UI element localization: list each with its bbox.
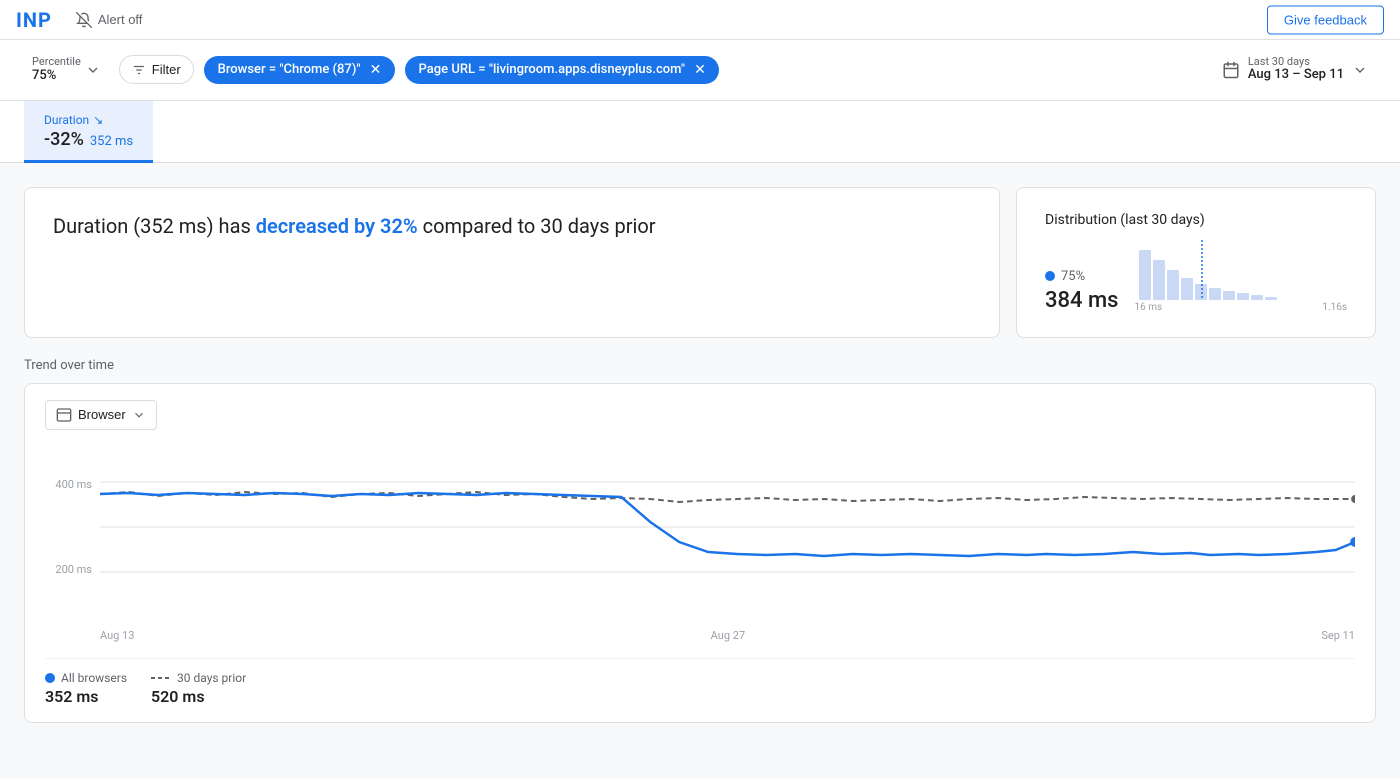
trend-section: Trend over time Browser 400 ms 200 ms [24, 358, 1376, 723]
give-feedback-button[interactable]: Give feedback [1267, 5, 1384, 34]
browser-filter-chip[interactable]: Browser = "Chrome (87)" ✕ [204, 56, 395, 84]
browser-chip-label: Browser = "Chrome (87)" [218, 62, 361, 77]
distribution-title: Distribution (last 30 days) [1045, 212, 1347, 228]
trend-title: Trend over time [24, 358, 1376, 373]
top-bar: INP Alert off Give feedback [0, 0, 1400, 40]
alert-off-button[interactable]: Alert off [68, 8, 151, 32]
x-label-aug27: Aug 27 [711, 629, 745, 642]
chart-legend: All browsers 352 ms 30 days prior 520 ms [45, 658, 1355, 706]
legend-prior-30: 30 days prior 520 ms [151, 671, 246, 706]
percentile-value: 75% [32, 68, 56, 83]
chart-area: 400 ms 200 ms [45, 442, 1355, 642]
browser-dropdown[interactable]: Browser [45, 400, 157, 430]
distribution-chart-svg [1134, 240, 1294, 300]
y-label-200: 200 ms [55, 563, 92, 576]
summary-card: Duration (352 ms) has decreased by 32% c… [24, 187, 1000, 338]
chart-plot [100, 442, 1355, 612]
x-label-sep11: Sep 11 [1321, 629, 1355, 642]
dist-percentile-row: 75% [1045, 269, 1118, 284]
legend-all-browsers-text: All browsers [61, 671, 127, 685]
main-content: Duration (352 ms) has decreased by 32% c… [0, 163, 1400, 747]
headline-part1: Duration (352 ms) has [53, 214, 256, 238]
distribution-card: Distribution (last 30 days) 75% 384 ms [1016, 187, 1376, 338]
filter-button[interactable]: Filter [119, 55, 194, 84]
tab-value: -32% 352 ms [44, 129, 133, 150]
browser-icon [56, 407, 72, 423]
legend-dashed-icon [151, 673, 171, 683]
trend-card: Browser 400 ms 200 ms [24, 383, 1376, 723]
url-chip-label: Page URL = "livingroom.apps.disneyplus.c… [419, 62, 685, 77]
dist-info: 75% 384 ms [1045, 269, 1118, 313]
browser-chip-close[interactable]: ✕ [367, 61, 385, 79]
distribution-body: 75% 384 ms [1045, 240, 1347, 313]
legend-prior-value: 520 ms [151, 687, 246, 706]
x-axis-labels: Aug 13 Aug 27 Sep 11 [100, 614, 1355, 642]
calendar-icon [1222, 61, 1240, 79]
dist-percentile-label: 75% [1061, 269, 1085, 284]
url-chip-close[interactable]: ✕ [691, 61, 709, 79]
app-logo: INP [16, 8, 52, 32]
dist-chart-min: 16 ms [1134, 302, 1162, 313]
legend-all-browsers-value: 352 ms [45, 687, 127, 706]
chevron-down-icon [132, 408, 146, 422]
percentile-control[interactable]: Percentile 75% [24, 52, 109, 88]
duration-tab[interactable]: Duration ↘ -32% 352 ms [24, 101, 153, 163]
url-filter-chip[interactable]: Page URL = "livingroom.apps.disneyplus.c… [405, 56, 719, 84]
dist-chart-max: 1.16s [1322, 302, 1347, 313]
dist-value: 384 ms [1045, 288, 1118, 313]
filter-icon [132, 63, 146, 77]
date-range-value: Aug 13 – Sep 11 [1248, 67, 1344, 84]
summary-headline: Duration (352 ms) has decreased by 32% c… [53, 212, 971, 240]
filter-bar: Percentile 75% Filter Browser = "Chrome … [0, 40, 1400, 101]
date-range-label: Last 30 days [1248, 56, 1344, 67]
headline-highlight: decreased by 32% [256, 214, 418, 238]
legend-blue-dot [45, 673, 55, 683]
trend-chart-svg [100, 442, 1355, 612]
chevron-down-icon [1352, 62, 1368, 78]
y-axis-labels: 400 ms 200 ms [45, 442, 100, 612]
headline-part2: compared to 30 days prior [418, 214, 656, 238]
filter-label: Filter [152, 62, 181, 77]
dist-chart: 16 ms 1.16s [1134, 240, 1347, 313]
alert-off-label: Alert off [98, 12, 143, 27]
chevron-down-icon [85, 62, 101, 78]
percentile-label: Percentile [32, 56, 81, 67]
summary-row: Duration (352 ms) has decreased by 32% c… [24, 187, 1376, 338]
dist-dot [1045, 271, 1055, 281]
bell-off-icon [76, 12, 92, 28]
y-label-400: 400 ms [55, 478, 92, 491]
legend-prior-text: 30 days prior [177, 671, 246, 685]
legend-prior-label: 30 days prior [151, 671, 246, 685]
browser-dropdown-label: Browser [78, 407, 126, 422]
tab-name: Duration ↘ [44, 113, 133, 127]
legend-all-browsers-label: All browsers [45, 671, 127, 685]
date-range-control[interactable]: Last 30 days Aug 13 – Sep 11 [1214, 52, 1376, 88]
metric-tabs: Duration ↘ -32% 352 ms [0, 101, 1400, 163]
x-label-aug13: Aug 13 [100, 629, 134, 642]
legend-all-browsers: All browsers 352 ms [45, 671, 127, 706]
